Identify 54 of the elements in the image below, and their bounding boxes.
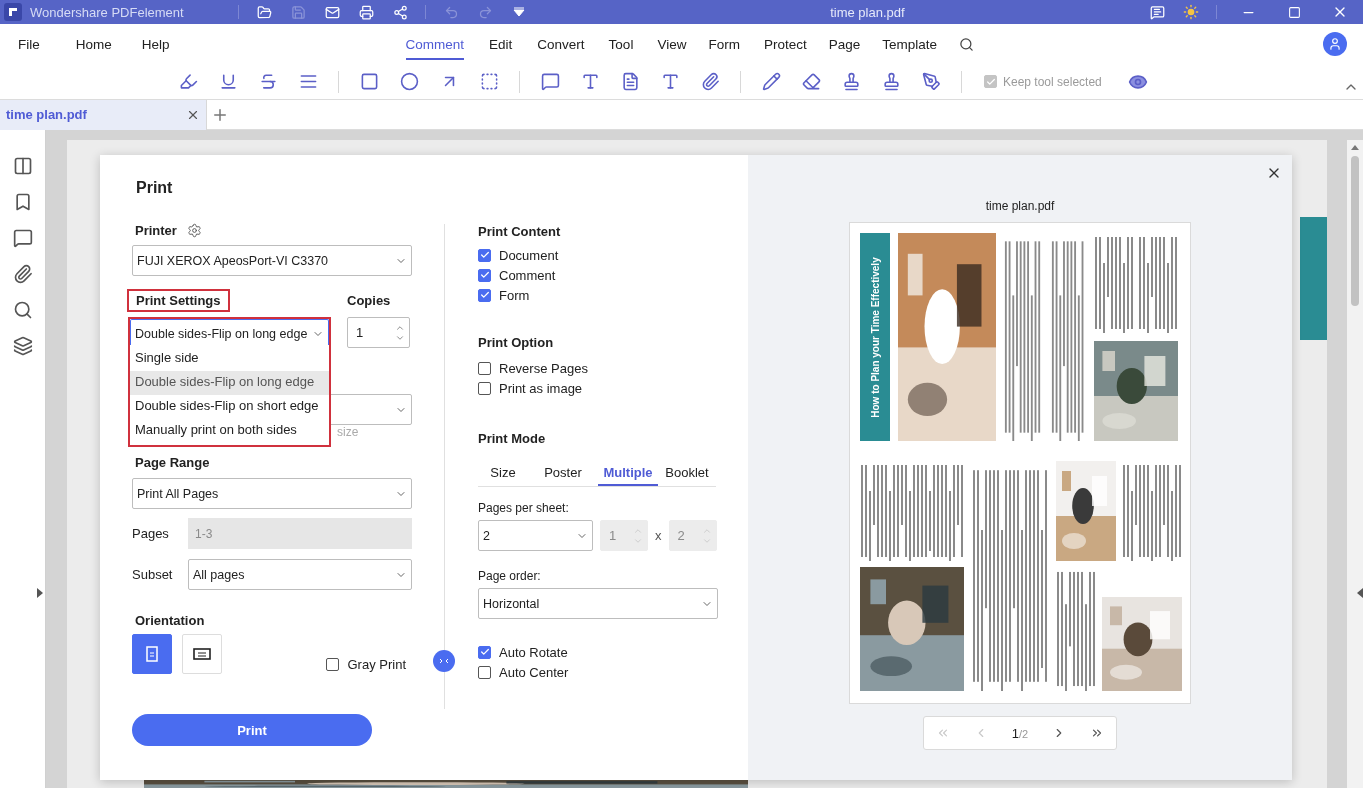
printer-select[interactable]: FUJI XEROX ApeosPort-VI C3370 [132, 245, 412, 276]
document-title: time plan.pdf [830, 4, 905, 20]
print-button[interactable]: Print [132, 714, 372, 746]
field-label: Print Settings [136, 293, 221, 308]
dialog-title: Print [136, 179, 174, 197]
field-label: Page order: [478, 569, 542, 583]
times-sign: x [655, 528, 662, 543]
section-title: Print Mode [478, 431, 547, 446]
field-label: Pages [132, 526, 170, 541]
menu-item[interactable]: Page [828, 28, 861, 60]
field-label: Pages per sheet: [478, 501, 570, 515]
menu-item[interactable]: Edit [489, 28, 513, 60]
field-label: Page Range [135, 455, 211, 470]
page-range-select[interactable]: Print All Pages [132, 478, 412, 509]
copies-spinner[interactable]: 1 [347, 317, 410, 348]
field-label: Orientation [135, 613, 206, 628]
app-title: Wondershare PDFelement [30, 4, 185, 20]
checkbox-label: Print as image [499, 380, 583, 396]
menu-item[interactable]: Form [708, 28, 740, 60]
page-number: 1 [1011, 725, 1019, 741]
checkbox-label: Auto Rotate [499, 644, 568, 660]
field-label: Copies [347, 293, 392, 308]
hint-text: size [337, 425, 359, 439]
menu-item[interactable]: File [18, 28, 40, 60]
checkbox-label: Reverse Pages [499, 360, 588, 376]
preview-file-name: time plan.pdf [985, 199, 1055, 213]
field-label: Subset [132, 567, 174, 582]
menu-item[interactable]: Comment [405, 28, 465, 60]
menu-item[interactable]: Home [75, 28, 112, 60]
mode-tab[interactable]: Booklet [658, 462, 716, 486]
mode-tab[interactable]: Poster [528, 462, 598, 486]
menu-item[interactable]: Tool [608, 28, 634, 60]
menu-item[interactable]: Protect [763, 28, 807, 60]
field-label: Printer [135, 223, 177, 238]
section-title: Print Content [478, 224, 562, 239]
checkbox-label: Gray Print [347, 656, 406, 672]
menu-item[interactable]: Convert [537, 28, 585, 60]
headline: How to Plan your Time Effectively [869, 256, 881, 418]
menu-option[interactable]: Double sides-Flip on long edge [130, 371, 329, 395]
document-tab[interactable]: time plan.pdf [0, 99, 207, 130]
checkbox-label: Form [499, 287, 530, 303]
checkbox-label: Document [499, 247, 559, 263]
menu-item[interactable]: View [657, 28, 687, 60]
section-title: Print Option [478, 335, 555, 350]
menu-item[interactable]: Help [141, 28, 170, 60]
page-order-select[interactable]: Horizontal [478, 588, 718, 619]
checkbox-label: Comment [499, 267, 556, 283]
subset-select[interactable]: All pages [188, 559, 412, 590]
checkbox-label: Auto Center [499, 664, 569, 680]
page-total: /2 [1019, 727, 1029, 740]
pages-per-sheet-select[interactable]: 2 [478, 520, 593, 551]
mode-tab[interactable]: Multiple [598, 462, 658, 486]
mode-tab[interactable]: Size [478, 462, 528, 486]
menu-item[interactable]: Template [882, 28, 937, 60]
